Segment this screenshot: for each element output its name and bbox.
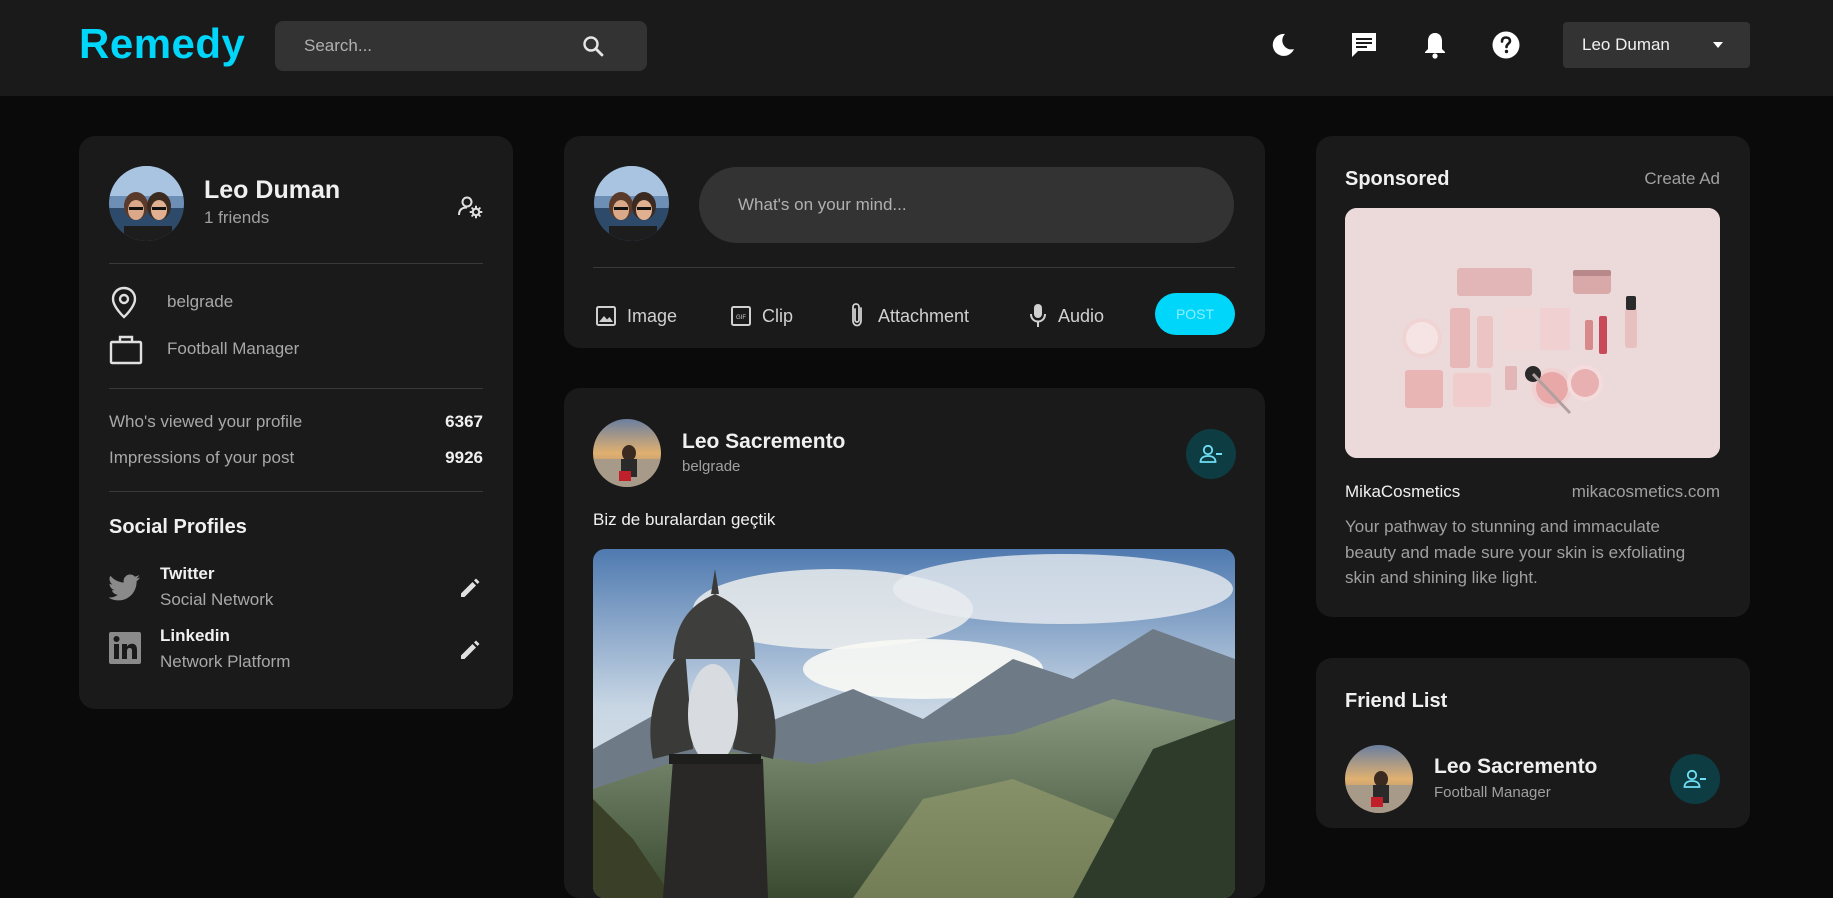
user-menu-dropdown[interactable]: Leo Duman — [1563, 22, 1750, 68]
bell-icon[interactable] — [1420, 30, 1450, 60]
compose-avatar[interactable] — [594, 166, 669, 241]
microphone-icon — [1030, 304, 1046, 327]
svg-text:GIF: GIF — [736, 315, 746, 321]
ad-description-line-2: beauty and made sure your skin is exfoli… — [1345, 543, 1686, 562]
image-icon — [596, 306, 616, 326]
social-name-twitter[interactable]: Twitter — [160, 564, 214, 584]
briefcase-icon — [109, 335, 143, 365]
ad-brand-name[interactable]: MikaCosmetics — [1345, 482, 1460, 502]
logo[interactable]: Remedy — [79, 20, 245, 68]
feed-post-card: Leo Sacremento belgrade Biz de buralarda… — [564, 388, 1265, 898]
search-icon[interactable] — [581, 34, 605, 58]
ad-description-line-1: Your pathway to stunning and immaculate — [1345, 517, 1661, 536]
create-ad-link[interactable]: Create Ad — [1644, 169, 1720, 189]
gif-icon: GIF — [731, 306, 751, 326]
post-image[interactable] — [593, 549, 1235, 898]
post-author-name[interactable]: Leo Sacremento — [682, 430, 845, 454]
remove-friend-button[interactable] — [1670, 754, 1720, 804]
sponsored-heading: Sponsored — [1345, 168, 1450, 190]
divider — [109, 491, 483, 492]
friend-role: Football Manager — [1434, 784, 1551, 801]
friend-name[interactable]: Leo Sacremento — [1434, 755, 1597, 779]
ad-image[interactable] — [1345, 208, 1720, 458]
caret-down-icon — [1713, 42, 1723, 48]
search-input[interactable] — [275, 21, 585, 71]
post-location: belgrade — [682, 458, 741, 475]
compose-field[interactable] — [699, 167, 1234, 243]
ad-url[interactable]: mikacosmetics.com — [1572, 482, 1720, 502]
remove-person-icon — [1683, 769, 1706, 788]
ad-description-line-3: skin and shining like light. — [1345, 568, 1538, 587]
linkedin-icon — [109, 632, 141, 664]
divider — [109, 388, 483, 389]
profile-name[interactable]: Leo Duman — [204, 176, 340, 205]
search-box[interactable] — [275, 21, 647, 71]
chat-icon[interactable] — [1349, 30, 1379, 60]
attachment-action-button[interactable]: Attachment — [847, 301, 977, 329]
social-desc-twitter: Social Network — [160, 590, 274, 609]
profile-card: Leo Duman 1 friends belgrade Football Ma… — [79, 136, 513, 709]
image-action-label: Image — [627, 306, 678, 326]
profile-occupation: Football Manager — [167, 339, 300, 358]
remove-friend-button[interactable] — [1186, 429, 1236, 479]
profile-friends-count: 1 friends — [204, 208, 270, 227]
stat-value-profile-views: 6367 — [445, 412, 483, 431]
profile-avatar[interactable] — [109, 166, 184, 241]
user-menu-name: Leo Duman — [1582, 35, 1670, 54]
post-text: Biz de buralardan geçtik — [593, 510, 776, 529]
audio-action-button[interactable]: Audio — [1027, 301, 1107, 329]
help-icon[interactable] — [1491, 30, 1521, 60]
stat-value-impressions: 9926 — [445, 448, 483, 467]
compose-post-card: Image GIF Clip Attachment Audio POST — [564, 136, 1265, 348]
top-nav-bar: Remedy Leo Duman — [0, 0, 1833, 96]
social-name-linkedin[interactable]: Linkedin — [160, 626, 230, 646]
edit-pencil-icon[interactable] — [459, 577, 481, 599]
sponsored-card: Sponsored Create Ad MikaCosmetics mikaco… — [1316, 136, 1750, 617]
remove-person-icon — [1199, 444, 1222, 463]
post-author-avatar[interactable] — [593, 419, 661, 487]
social-desc-linkedin: Network Platform — [160, 652, 291, 671]
moon-icon[interactable] — [1268, 30, 1298, 60]
compose-input[interactable] — [699, 167, 1234, 243]
manage-account-icon[interactable] — [457, 194, 483, 220]
friend-list-heading: Friend List — [1345, 690, 1448, 712]
image-action-button[interactable]: Image — [596, 301, 684, 329]
paperclip-icon — [852, 303, 862, 327]
location-pin-icon — [111, 286, 137, 319]
friend-avatar[interactable] — [1345, 745, 1413, 813]
audio-action-label: Audio — [1058, 306, 1105, 326]
friend-list-card: Friend List Leo Sacremento Football Mana… — [1316, 658, 1750, 828]
edit-pencil-icon[interactable] — [459, 639, 481, 661]
attachment-action-label: Attachment — [878, 306, 970, 326]
profile-location: belgrade — [167, 292, 234, 311]
stat-label-impressions: Impressions of your post — [109, 448, 295, 467]
divider — [109, 263, 483, 264]
clip-action-label: Clip — [762, 306, 794, 326]
post-button[interactable]: POST — [1155, 293, 1235, 335]
clip-action-button[interactable]: GIF Clip — [731, 301, 801, 329]
divider — [593, 267, 1235, 268]
twitter-icon — [109, 574, 140, 601]
social-profiles-heading: Social Profiles — [109, 516, 247, 538]
stat-label-profile-views: Who's viewed your profile — [109, 412, 303, 431]
